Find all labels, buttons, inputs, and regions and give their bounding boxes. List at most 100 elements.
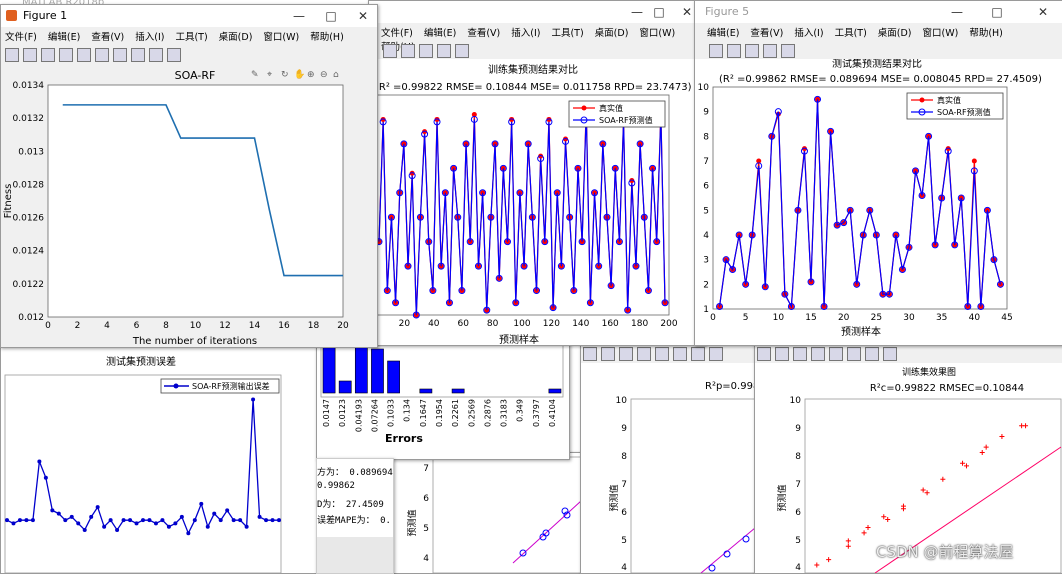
matlab-figure-icon bbox=[6, 10, 17, 21]
test-xtick: 20 bbox=[838, 313, 850, 323]
pointer-icon[interactable] bbox=[691, 347, 705, 361]
histogram-xlabel: Errors bbox=[385, 432, 423, 445]
axes-toolbar[interactable]: ✎ ⌖ ↻ ✋ ⊕ ⊖ ⌂ bbox=[251, 68, 339, 80]
print-icon[interactable] bbox=[811, 347, 825, 361]
mid-scatter-window[interactable]: 7 6 5 4 预测值 bbox=[392, 452, 584, 574]
menu-file[interactable]: 文件(F) bbox=[381, 25, 413, 39]
maximize-button[interactable]: □ bbox=[985, 4, 1009, 20]
link-icon[interactable] bbox=[419, 44, 433, 58]
link-icon[interactable] bbox=[847, 347, 861, 361]
menu-edit[interactable]: 编辑(E) bbox=[707, 25, 739, 39]
menu-window[interactable]: 窗口(W) bbox=[263, 29, 299, 43]
scatter-train-point bbox=[826, 557, 832, 563]
export-icon[interactable] bbox=[727, 44, 741, 58]
menu-file[interactable]: 文件(F) bbox=[5, 29, 37, 43]
minimize-button[interactable]: — bbox=[287, 8, 311, 24]
error-point bbox=[231, 518, 236, 523]
legend-icon[interactable] bbox=[131, 48, 145, 62]
error-point bbox=[186, 531, 191, 536]
print-icon[interactable] bbox=[383, 44, 397, 58]
open-icon[interactable] bbox=[775, 347, 789, 361]
menu-view[interactable]: 查看(V) bbox=[467, 25, 500, 39]
menu-desktop[interactable]: 桌面(D) bbox=[595, 25, 629, 39]
zoom-out-icon: ⊖ bbox=[320, 70, 328, 80]
save-icon[interactable] bbox=[793, 347, 807, 361]
fitness-xtick: 12 bbox=[219, 321, 230, 331]
open-icon[interactable] bbox=[601, 347, 615, 361]
test-figure-window[interactable]: Figure 5 — □ ✕ 编辑(E) 查看(V) 插入(I) 工具(T) 桌面(D)… bbox=[694, 0, 1062, 346]
menu-edit[interactable]: 编辑(E) bbox=[48, 29, 80, 43]
property-icon[interactable] bbox=[455, 44, 469, 58]
menu-insert[interactable]: 插入(I) bbox=[794, 25, 823, 39]
scatter-test-window[interactable]: R²p=0.9986 10 9 8 7 6 5 4 预测值 bbox=[580, 342, 762, 574]
save-icon[interactable] bbox=[619, 347, 633, 361]
menu-view[interactable]: 查看(V) bbox=[91, 29, 124, 43]
menu-desktop[interactable]: 桌面(D) bbox=[219, 29, 253, 43]
error-point bbox=[141, 518, 145, 523]
new-icon[interactable] bbox=[5, 48, 19, 62]
test-ytick: 1 bbox=[703, 305, 709, 315]
minimize-button[interactable]: — bbox=[625, 4, 649, 20]
print-icon[interactable] bbox=[583, 347, 597, 361]
property-icon[interactable] bbox=[709, 347, 723, 361]
error-point bbox=[89, 514, 94, 519]
scatter-train-point bbox=[999, 433, 1005, 439]
print-icon[interactable] bbox=[637, 347, 651, 361]
menu-tools[interactable]: 工具(T) bbox=[551, 25, 583, 39]
link-icon[interactable] bbox=[673, 347, 687, 361]
mid-scatter-chart: 7 6 5 4 预测值 bbox=[406, 456, 582, 573]
property-icon[interactable] bbox=[167, 48, 181, 62]
menu-desktop[interactable]: 桌面(D) bbox=[878, 25, 912, 39]
link-icon[interactable] bbox=[95, 48, 109, 62]
menu-insert[interactable]: 插入(I) bbox=[135, 29, 164, 43]
scatter-test-ylabel: 预测值 bbox=[608, 484, 620, 511]
scatter-train-window[interactable]: 训练集效果图 R²c=0.99822 RMSEC=0.10844 10 9 8 … bbox=[754, 342, 1062, 574]
open-icon[interactable] bbox=[23, 48, 37, 62]
histogram-window[interactable]: 0.0147 0.0123 0.04193 0.07264 0.1033 0.134 0.1… bbox=[316, 340, 570, 460]
print-icon[interactable] bbox=[59, 48, 73, 62]
error-figure-window[interactable]: 测试集预测误差 SOA-RF预测输出误差 bbox=[0, 342, 320, 574]
menu-view[interactable]: 查看(V) bbox=[750, 25, 783, 39]
new-icon[interactable] bbox=[757, 347, 771, 361]
menu-window[interactable]: 窗口(W) bbox=[923, 25, 959, 39]
scatter-train-point bbox=[940, 476, 946, 482]
histogram-bar bbox=[371, 348, 384, 394]
close-button[interactable]: ✕ bbox=[1031, 4, 1055, 20]
close-button[interactable]: ✕ bbox=[351, 8, 375, 24]
menu-tools[interactable]: 工具(T) bbox=[175, 29, 207, 43]
menu-edit[interactable]: 编辑(E) bbox=[424, 25, 456, 39]
menu-help[interactable]: 帮助(H) bbox=[310, 29, 344, 43]
pointer-icon[interactable] bbox=[865, 347, 879, 361]
command-window[interactable]: 方为： 0.089694 0.99862 D为： 27.4509 误差MAPE为… bbox=[316, 458, 394, 574]
maximize-button[interactable]: □ bbox=[647, 4, 671, 20]
property-icon[interactable] bbox=[883, 347, 897, 361]
colorbar-icon[interactable] bbox=[113, 48, 127, 62]
scatter-train-title: R²c=0.99822 RMSEC=0.10844 bbox=[870, 383, 1024, 394]
link-icon[interactable] bbox=[745, 44, 759, 58]
menu-tools[interactable]: 工具(T) bbox=[835, 25, 867, 39]
test-legend-actual: 真实值 bbox=[937, 95, 961, 105]
pointer-icon[interactable] bbox=[437, 44, 451, 58]
save-icon[interactable] bbox=[41, 48, 55, 62]
fitness-xlabel: The number of iterations bbox=[132, 336, 257, 347]
export-icon[interactable] bbox=[829, 347, 843, 361]
maximize-button[interactable]: □ bbox=[319, 8, 343, 24]
command-line: 误差MAPE为： 0. bbox=[317, 516, 391, 526]
pointer-icon[interactable] bbox=[149, 48, 163, 62]
test-xtick: 25 bbox=[871, 313, 882, 323]
pointer-icon[interactable] bbox=[763, 44, 777, 58]
export-icon[interactable] bbox=[655, 347, 669, 361]
minimize-button[interactable]: — bbox=[945, 4, 969, 20]
menu-insert[interactable]: 插入(I) bbox=[511, 25, 540, 39]
fitness-ytick: 0.0122 bbox=[13, 280, 45, 290]
print-icon[interactable] bbox=[709, 44, 723, 58]
export-icon[interactable] bbox=[401, 44, 415, 58]
menu-help[interactable]: 帮助(H) bbox=[969, 25, 1003, 39]
figure1-window[interactable]: Figure 1 — □ ✕ 文件(F) 编辑(E) 查看(V) 插入(I) 工具(T)… bbox=[0, 4, 378, 348]
property-icon[interactable] bbox=[781, 44, 795, 58]
train-figure-window[interactable]: — □ ✕ 文件(F) 编辑(E) 查看(V) 插入(I) 工具(T) 桌面(D) 窗口(W… bbox=[368, 0, 706, 346]
menu-window[interactable]: 窗口(W) bbox=[639, 25, 675, 39]
error-axes-box bbox=[4, 374, 282, 573]
export-icon[interactable] bbox=[77, 48, 91, 62]
test-ytick: 10 bbox=[698, 83, 710, 93]
